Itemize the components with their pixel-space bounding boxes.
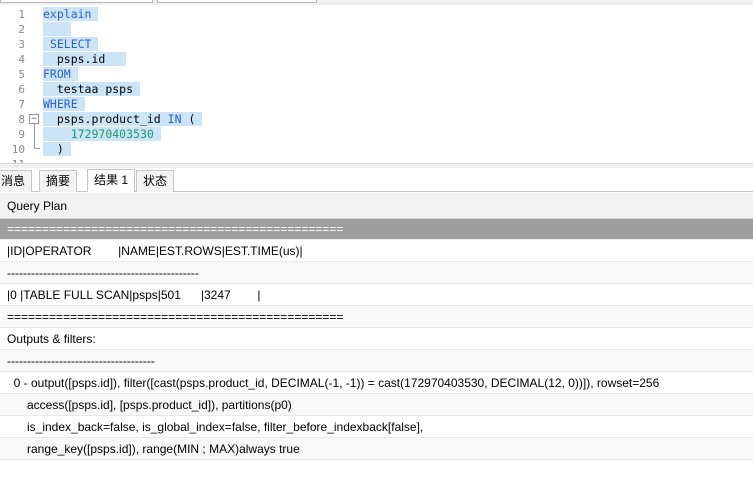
table-row[interactable]: -------------------------------------: [0, 350, 753, 372]
line-number: 8: [18, 113, 25, 126]
keyword-from: FROM: [43, 67, 71, 81]
line-number: 2: [18, 23, 25, 36]
code-line-7: WHERE: [43, 97, 85, 112]
line-number: 1: [18, 8, 25, 21]
fold-guide: [34, 124, 35, 148]
tab-summary[interactable]: 摘要: [39, 170, 78, 192]
table-row[interactable]: |0 |TABLE FULL SCAN|psps|501 |3247 |: [0, 284, 753, 306]
table-row[interactable]: |ID|OPERATOR |NAME|EST.ROWS|EST.TIME(us)…: [0, 240, 753, 262]
column-ref: psps.product_id: [56, 112, 161, 126]
line-number: 6: [18, 83, 25, 96]
tab-messages[interactable]: 消息: [0, 170, 33, 192]
fold-guide-end: [34, 148, 40, 149]
table-ref: testaa psps: [56, 82, 134, 96]
line-number: 7: [18, 98, 25, 111]
editor-tab-partial[interactable]: [0, 0, 153, 3]
result-tabbar: 消息 摘要 结果 1 状态: [0, 168, 753, 192]
tab-status[interactable]: 状态: [136, 170, 175, 192]
tab-result-1[interactable]: 结果 1: [87, 169, 136, 192]
code-line-6: testaa psps: [43, 82, 140, 97]
number-literal: 172970403530: [70, 127, 154, 141]
code-line-10: ): [43, 142, 71, 157]
code-line-3: SELECT: [43, 37, 99, 52]
table-row[interactable]: Outputs & filters:: [0, 328, 753, 350]
line-number: 3: [18, 38, 25, 51]
table-row[interactable]: access([psps.id], [psps.product_id]), pa…: [0, 394, 753, 416]
line-number: 10: [11, 143, 25, 156]
keyword-where: WHERE: [43, 97, 78, 111]
fold-toggle-icon[interactable]: −: [29, 114, 39, 124]
table-row[interactable]: range_key([psps.id]), range(MIN ; MAX)al…: [0, 438, 753, 460]
line-number: 4: [18, 53, 25, 66]
column-ref: psps.id: [56, 52, 106, 66]
keyword-select: SELECT: [49, 37, 92, 51]
result-grid: Query Plan =============================…: [0, 193, 753, 460]
code-line-4: psps.id: [43, 52, 127, 67]
table-row[interactable]: ========================================…: [0, 306, 753, 328]
code-line-8: psps.product_id IN (: [43, 112, 203, 127]
line-number: 9: [18, 128, 25, 141]
table-row[interactable]: ========================================…: [0, 219, 753, 240]
editor-tab-partial[interactable]: [157, 0, 317, 3]
code-line-1: explain: [43, 7, 99, 22]
close-paren: ): [56, 142, 64, 156]
code-line-2: [43, 22, 71, 37]
table-row[interactable]: ----------------------------------------…: [0, 262, 753, 284]
code-line-5: FROM: [43, 67, 78, 82]
table-row[interactable]: 0 - output([psps.id]), filter([cast(psps…: [0, 372, 753, 394]
column-header-query-plan[interactable]: Query Plan: [0, 193, 753, 219]
table-row[interactable]: is_index_back=false, is_global_index=fal…: [0, 416, 753, 438]
sql-editor[interactable]: 1 2 3 4 5 6 7 8 9 10 11 − explain SELECT…: [0, 5, 753, 163]
code-line-9: 172970403530: [43, 127, 161, 142]
keyword-in: IN: [167, 112, 182, 126]
keyword-explain: explain: [43, 7, 92, 21]
line-number: 5: [18, 68, 25, 81]
